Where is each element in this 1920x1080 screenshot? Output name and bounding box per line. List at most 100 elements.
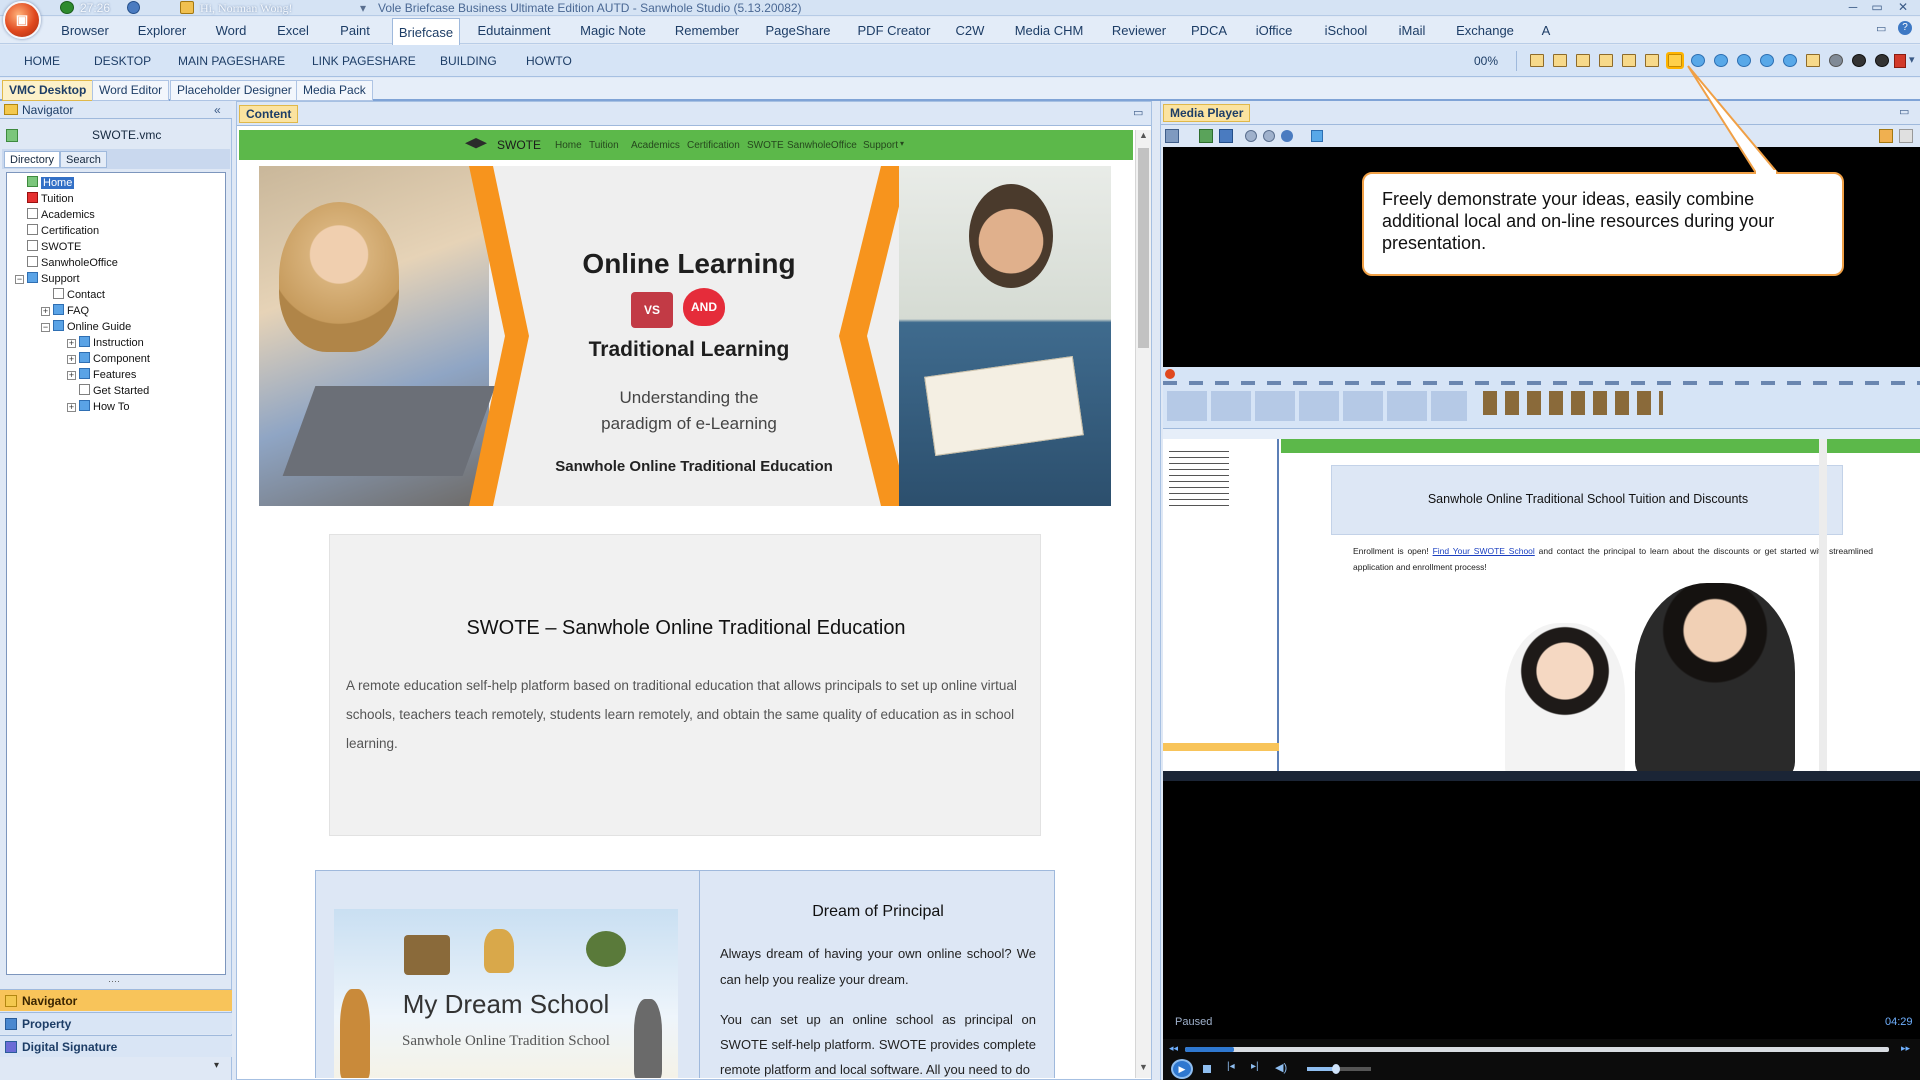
ribbon-collapse-icon[interactable]: ▭ — [1876, 22, 1890, 36]
slide-icon[interactable] — [1599, 54, 1613, 67]
layout-icon[interactable] — [1899, 129, 1913, 143]
collapse-icon[interactable]: « — [214, 101, 221, 119]
menu-briefcase[interactable]: Briefcase — [392, 18, 460, 45]
tab-vmc-desktop[interactable]: VMC Desktop — [2, 80, 94, 101]
user-icon[interactable] — [180, 1, 194, 14]
menu-c2w[interactable]: C2W — [950, 17, 990, 44]
site-nav-certification[interactable]: Certification — [687, 140, 740, 151]
qat-dropdown-icon[interactable]: ▾ — [360, 1, 366, 15]
slide-icon[interactable] — [1622, 54, 1636, 67]
menu-magic-note[interactable]: Magic Note — [574, 17, 652, 44]
tab-word-editor[interactable]: Word Editor — [92, 80, 170, 101]
capture-link[interactable]: Find Your SWOTE School — [1433, 546, 1535, 556]
bell-icon[interactable] — [127, 1, 140, 14]
slide-icon[interactable] — [1576, 54, 1590, 67]
tree-item[interactable]: Academics — [7, 207, 225, 223]
ribbon-home[interactable]: HOME — [24, 45, 60, 77]
help-icon[interactable]: ? — [1898, 21, 1912, 35]
site-nav-swote[interactable]: SWOTE — [747, 140, 784, 151]
site-nav-academics[interactable]: Academics — [631, 140, 680, 151]
slide-icon[interactable] — [1530, 54, 1544, 67]
site-brand[interactable]: SWOTE — [497, 138, 541, 152]
menu-paint[interactable]: Paint — [330, 17, 380, 44]
tree-item[interactable]: SWOTE — [7, 239, 225, 255]
office-button[interactable]: ▣ — [3, 1, 41, 39]
pdf-icon[interactable] — [1894, 54, 1906, 68]
capture-icon[interactable] — [1311, 130, 1323, 142]
back-icon[interactable] — [1829, 54, 1843, 67]
zoom-level[interactable]: 00% — [1474, 45, 1498, 77]
volume-slider-thumb[interactable] — [1331, 1064, 1340, 1074]
volume-icon[interactable]: ◀) — [1275, 1061, 1287, 1074]
menu-exchange[interactable]: Exchange — [1450, 17, 1520, 44]
greeting[interactable]: Hi, Norman Wong! — [200, 1, 292, 16]
expand-toggle-icon[interactable]: + — [67, 403, 76, 412]
tree-item[interactable]: Get Started — [7, 383, 225, 399]
expand-toggle-icon[interactable]: + — [67, 371, 76, 380]
menu-remember[interactable]: Remember — [670, 17, 744, 44]
ribbon-link-pageshare[interactable]: LINK PAGESHARE — [312, 45, 416, 77]
play-button[interactable]: ▶ — [1171, 1059, 1193, 1079]
expand-toggle-icon[interactable]: − — [15, 275, 24, 284]
tab-media-pack[interactable]: Media Pack — [296, 80, 373, 101]
tree-item[interactable]: − Support — [7, 271, 225, 287]
menu-a[interactable]: A — [1536, 17, 1556, 44]
tree-item[interactable]: Certification — [7, 223, 225, 239]
menu-media-chm[interactable]: Media CHM — [1008, 17, 1090, 44]
scroll-up-icon[interactable]: ▲ — [1137, 130, 1150, 144]
tree-item[interactable]: + FAQ — [7, 303, 225, 319]
close-button[interactable]: ✕ — [1892, 0, 1914, 15]
refresh-icon[interactable] — [1281, 130, 1293, 142]
expand-toggle-icon[interactable]: + — [67, 339, 76, 348]
tree-item[interactable]: Home — [7, 175, 225, 191]
save-icon[interactable] — [1219, 129, 1233, 143]
next-button[interactable]: ▸| — [1251, 1061, 1259, 1072]
tab-placeholder-designer[interactable]: Placeholder Designer — [170, 80, 299, 101]
slide-icon[interactable] — [1553, 54, 1567, 67]
menu-reviewer[interactable]: Reviewer — [1108, 17, 1170, 44]
expand-toggle-icon[interactable]: − — [41, 323, 50, 332]
menu-ioffice[interactable]: iOffice — [1248, 17, 1300, 44]
seek-back-icon[interactable]: ◂◂ — [1169, 1043, 1178, 1054]
tree-item[interactable]: Contact — [7, 287, 225, 303]
accordion-more-icon[interactable]: ▾ — [214, 1060, 219, 1071]
site-nav-tuition[interactable]: Tuition — [589, 140, 619, 151]
previous-button[interactable]: |◂ — [1227, 1061, 1235, 1072]
chevron-down-icon[interactable]: ▾ — [1909, 53, 1915, 66]
tree-item[interactable]: Tuition — [7, 191, 225, 207]
open-file-icon[interactable] — [1199, 129, 1213, 143]
tree-item[interactable]: SanwholeOffice — [7, 255, 225, 271]
tree-item[interactable]: + Component — [7, 351, 225, 367]
subtab-search[interactable]: Search — [60, 151, 107, 168]
tree-item[interactable]: + Features — [7, 367, 225, 383]
slide-icon[interactable] — [1645, 54, 1659, 67]
menu-ischool[interactable]: iSchool — [1318, 17, 1374, 44]
site-nav-support[interactable]: Support — [863, 140, 898, 151]
forward-icon[interactable] — [1852, 54, 1866, 67]
scroll-thumb[interactable] — [1138, 148, 1149, 348]
accordion-navigator[interactable]: Navigator — [0, 989, 232, 1011]
stop-button[interactable] — [1203, 1065, 1211, 1073]
splitter-grip[interactable]: ···· — [108, 977, 124, 986]
stop-icon[interactable] — [1875, 54, 1889, 67]
menu-browser[interactable]: Browser — [52, 17, 118, 44]
menu-explorer[interactable]: Explorer — [130, 17, 194, 44]
ribbon-main-pageshare[interactable]: MAIN PAGESHARE — [178, 45, 285, 77]
seek-forward-icon[interactable]: ▸▸ — [1901, 1043, 1910, 1054]
next-chapter-icon[interactable] — [1263, 130, 1275, 142]
expand-toggle-icon[interactable]: + — [67, 355, 76, 364]
menu-pageshare[interactable]: PageShare — [762, 17, 834, 44]
minimize-button[interactable]: ─ — [1842, 0, 1864, 15]
content-scrollbar[interactable]: ▲ ▼ — [1135, 130, 1151, 1078]
scroll-down-icon[interactable]: ▼ — [1137, 1062, 1150, 1076]
slide-icon[interactable] — [1806, 54, 1820, 67]
menu-excel[interactable]: Excel — [268, 17, 318, 44]
menu-word[interactable]: Word — [206, 17, 256, 44]
expand-toggle-icon[interactable]: + — [41, 307, 50, 316]
prev-chapter-icon[interactable] — [1245, 130, 1257, 142]
ribbon-building[interactable]: BUILDING — [440, 45, 497, 77]
app-icon[interactable] — [60, 1, 74, 14]
accordion-digital-signature[interactable]: Digital Signature — [0, 1035, 232, 1057]
seek-bar[interactable] — [1185, 1047, 1889, 1052]
menu-pdca[interactable]: PDCA — [1186, 17, 1232, 44]
